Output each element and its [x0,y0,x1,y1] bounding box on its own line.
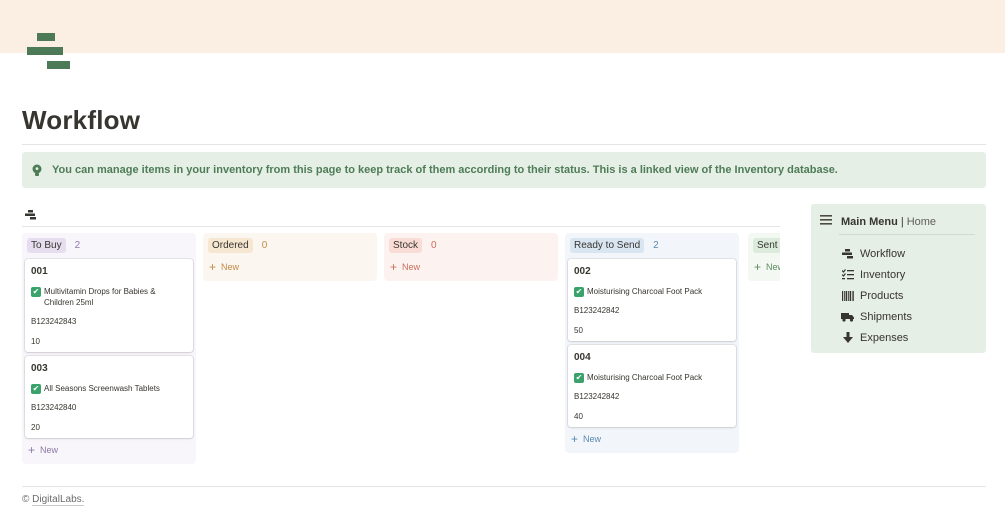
card-product-name[interactable]: Moisturising Charcoal Foot Pack [587,286,702,297]
truck-icon [841,311,854,323]
main-menu-header: Main Menu | Home [820,215,936,228]
column-count: 0 [261,239,268,251]
workflow-icon [841,248,854,260]
check-icon: ✔ [574,373,584,383]
menu-separator: | [900,215,904,228]
menu-list: Workflow Inventory Products Shipments Ex… [841,243,912,348]
callout-text: You can manage items in your inventory f… [52,164,838,176]
card-product: ✔ Moisturising Charcoal Foot Pack [574,372,730,383]
footer: © DigitalLabs. [22,494,85,506]
menu-item-expenses[interactable]: Expenses [841,327,912,348]
check-icon: ✔ [31,287,41,297]
brand-link[interactable]: DigitalLabs. [32,494,85,506]
card-quantity: 10 [31,337,40,346]
card-product-name[interactable]: Multivitamin Drops for Babies & Children… [44,286,187,308]
title-divider [22,144,986,145]
page-cover [0,0,1005,53]
hamburger-icon[interactable] [820,215,832,228]
column-count: 2 [74,239,81,251]
plus-icon: + [28,443,36,457]
card-quantity: 40 [574,412,583,421]
board-card[interactable]: 002 ✔ Moisturising Charcoal Foot Pack B1232… [568,259,736,341]
column-status-tag: Ordered [208,237,253,253]
add-card-button[interactable]: + New [25,442,193,458]
column-header[interactable]: Ordered 0 [206,237,374,253]
checklist-icon [841,269,854,281]
main-menu-panel: Main Menu | Home Workflow Inventory Prod… [811,204,986,353]
add-card-label: New [40,445,59,455]
page-title: Workflow [22,105,141,135]
add-card-label: New [583,434,602,444]
card-product-name[interactable]: All Seasons Screenwash Tablets [44,383,160,394]
card-product: ✔ Moisturising Charcoal Foot Pack [574,286,730,297]
board-view-tab-icon[interactable] [25,207,39,220]
board-column: To Buy 2 001 ✔ Multivitamin Drops for Babies… [22,233,196,464]
menu-item-shipments[interactable]: Shipments [841,306,912,327]
workflow-page-icon[interactable] [27,33,71,69]
view-divider [22,226,780,227]
card-quantity: 50 [574,326,583,335]
column-status-tag: To Buy [27,237,66,253]
menu-item-label: Inventory [860,268,906,281]
menu-item-label: Workflow [860,247,906,260]
menu-item-label: Products [860,289,904,302]
board-column: Sent to + New [748,233,780,281]
add-card-label: New [221,262,240,272]
card-title: 001 [31,266,48,277]
column-header[interactable]: Stock 0 [387,237,555,253]
card-title: 002 [574,266,591,277]
plus-icon: + [209,260,217,274]
card-product: ✔ All Seasons Screenwash Tablets [31,383,187,394]
check-icon: ✔ [31,384,41,394]
column-count: 2 [653,239,659,251]
card-quantity: 20 [31,423,40,432]
card-sku: B123242843 [31,317,77,326]
menu-item-label: Expenses [860,331,909,344]
card-title: 004 [574,352,591,363]
menu-divider [839,234,975,235]
add-card-label: New [766,262,780,272]
menu-item-workflow[interactable]: Workflow [841,243,912,264]
board-column: Ordered 0 + New [203,233,377,281]
add-card-button[interactable]: + New [751,259,780,275]
column-count: 0 [431,239,437,251]
column-status-tag: Stock [389,237,423,253]
barcode-icon [841,290,854,302]
card-sku: B123242840 [31,403,77,412]
board-card[interactable]: 003 ✔ All Seasons Screenwash Tablets B12324… [25,356,193,438]
lightbulb-icon [22,164,52,177]
footer-divider [22,486,986,487]
card-product-name[interactable]: Moisturising Charcoal Foot Pack [587,372,702,383]
add-card-button[interactable]: + New [206,259,374,275]
column-header[interactable]: Sent to [751,237,780,253]
board-column: Stock 0 + New [384,233,558,281]
card-sku: B123242842 [574,392,620,401]
card-title: 003 [31,363,48,374]
column-status-tag: Sent to [753,237,780,253]
add-card-button[interactable]: + New [568,431,736,447]
plus-icon: + [571,432,579,446]
card-product: ✔ Multivitamin Drops for Babies & Childre… [31,286,187,308]
info-callout: You can manage items in your inventory f… [22,152,986,188]
column-status-tag: Ready to Send [570,237,645,253]
column-header[interactable]: Ready to Send 2 [568,237,736,253]
add-card-button[interactable]: + New [387,259,555,275]
add-card-label: New [402,262,421,272]
menu-item-inventory[interactable]: Inventory [841,264,912,285]
check-icon: ✔ [574,287,584,297]
menu-item-label: Shipments [860,310,912,323]
main-menu-title: Main Menu [841,215,898,228]
arrow-down-icon [841,332,854,344]
board-card[interactable]: 001 ✔ Multivitamin Drops for Babies & Chil… [25,259,193,352]
card-sku: B123242842 [574,306,620,315]
board-card[interactable]: 004 ✔ Moisturising Charcoal Foot Pack B1232… [568,345,736,427]
kanban-board: To Buy 2 001 ✔ Multivitamin Drops for Babies… [22,233,780,483]
copyright-symbol: © [22,494,30,505]
column-header[interactable]: To Buy 2 [25,237,193,253]
plus-icon: + [754,260,762,274]
board-column: Ready to Send 2 002 ✔ Moisturising Charcoal … [565,233,739,453]
home-link[interactable]: Home [907,216,936,228]
plus-icon: + [390,260,398,274]
menu-item-products[interactable]: Products [841,285,912,306]
